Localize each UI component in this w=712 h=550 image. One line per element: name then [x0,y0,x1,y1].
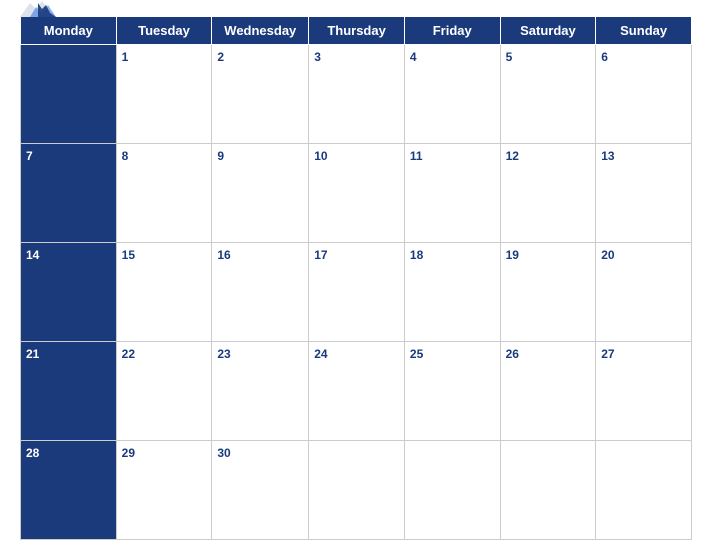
calendar-day-cell: 23 [212,342,309,441]
day-number: 25 [410,347,423,361]
calendar-day-cell: 5 [500,45,596,144]
weekday-header-thursday: Thursday [309,17,405,45]
day-number: 6 [601,50,608,64]
calendar-week-row: 21 22 23 24 25 26 27 [21,342,692,441]
calendar-day-cell: 21 [21,342,117,441]
calendar-day-cell: 25 [404,342,500,441]
day-number: 3 [314,50,321,64]
day-number: 7 [26,149,33,163]
calendar-day-cell: 29 [116,441,212,540]
calendar-day-cell: 3 [309,45,405,144]
calendar-day-cell: 18 [404,243,500,342]
day-number: 13 [601,149,614,163]
calendar-day-cell: 20 [596,243,692,342]
calendar-day-cell: 14 [21,243,117,342]
day-number: 24 [314,347,327,361]
calendar-week-row: 1 2 3 4 5 6 [21,45,692,144]
day-number: 16 [217,248,230,262]
day-number: 8 [122,149,129,163]
day-number: 19 [506,248,519,262]
calendar-day-cell: 1 [116,45,212,144]
calendar-week-row: 28 29 30 [21,441,692,540]
weekday-header-tuesday: Tuesday [116,17,212,45]
day-number: 28 [26,446,39,460]
day-number: 27 [601,347,614,361]
calendar-day-cell: 6 [596,45,692,144]
day-number: 26 [506,347,519,361]
day-number: 2 [217,50,224,64]
day-number: 1 [122,50,129,64]
calendar-day-cell [21,45,117,144]
calendar-day-cell: 16 [212,243,309,342]
calendar-day-cell: 15 [116,243,212,342]
day-number: 22 [122,347,135,361]
day-number: 10 [314,149,327,163]
day-number: 18 [410,248,423,262]
calendar-day-cell: 10 [309,144,405,243]
calendar-day-cell: 13 [596,144,692,243]
calendar-day-cell [404,441,500,540]
day-number: 20 [601,248,614,262]
calendar-day-cell: 7 [21,144,117,243]
day-number: 5 [506,50,513,64]
calendar-day-cell: 28 [21,441,117,540]
calendar-day-cell: 9 [212,144,309,243]
day-number: 30 [217,446,230,460]
calendar-day-cell [500,441,596,540]
weekday-header-row: MondayTuesdayWednesdayThursdayFridaySatu… [21,17,692,45]
calendar-table: MondayTuesdayWednesdayThursdayFridaySatu… [20,16,692,540]
day-number: 29 [122,446,135,460]
day-number: 9 [217,149,224,163]
calendar-day-cell: 26 [500,342,596,441]
weekday-header-saturday: Saturday [500,17,596,45]
calendar-day-cell: 4 [404,45,500,144]
calendar-week-row: 7 8 9 10 11 12 13 [21,144,692,243]
day-number: 21 [26,347,39,361]
day-number: 14 [26,248,39,262]
calendar-day-cell: 11 [404,144,500,243]
calendar-day-cell: 22 [116,342,212,441]
weekday-header-sunday: Sunday [596,17,692,45]
calendar-day-cell: 24 [309,342,405,441]
day-number: 12 [506,149,519,163]
day-number: 23 [217,347,230,361]
day-number: 11 [410,149,423,163]
calendar-day-cell: 12 [500,144,596,243]
calendar-day-cell: 19 [500,243,596,342]
day-number: 15 [122,248,135,262]
weekday-header-wednesday: Wednesday [212,17,309,45]
calendar-day-cell: 8 [116,144,212,243]
day-number: 17 [314,248,327,262]
weekday-header-friday: Friday [404,17,500,45]
day-number: 4 [410,50,417,64]
calendar-day-cell: 30 [212,441,309,540]
generalblue-logo [20,0,56,21]
calendar-week-row: 14 15 16 17 18 19 20 [21,243,692,342]
calendar-day-cell: 2 [212,45,309,144]
calendar-day-cell: 17 [309,243,405,342]
calendar-day-cell [309,441,405,540]
calendar-day-cell: 27 [596,342,692,441]
calendar-day-cell [596,441,692,540]
